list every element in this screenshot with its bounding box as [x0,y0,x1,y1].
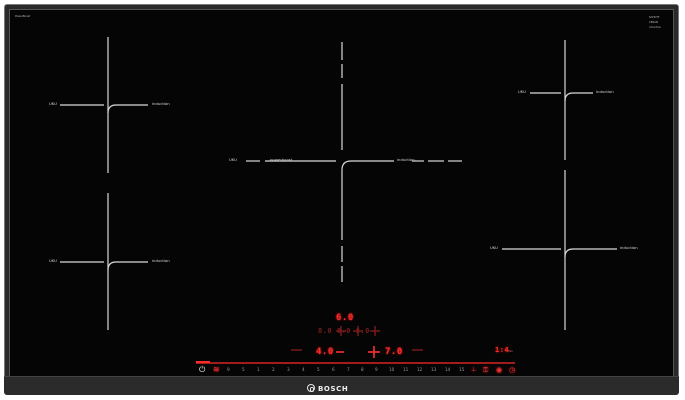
brand-schott: SCHOTT [649,16,660,19]
brand-induction: induction [649,26,662,29]
slider-number[interactable]: 15 [459,367,464,372]
display-top-value: 6.0 [336,313,354,323]
clock-icon[interactable]: ◷ [509,366,515,374]
slider-number[interactable]: 6 [332,367,335,372]
timer-icon[interactable]: ⚿ [483,366,488,374]
slider-number[interactable]: 12 [417,367,422,372]
zone-rear-left-right-label: induction [152,258,170,263]
zone-center-middle-label: powerboost [270,157,293,162]
slider-number[interactable]: 13 [431,367,436,372]
lock-icon[interactable]: ◉ [496,366,502,374]
slider-number[interactable]: 7 [347,367,350,372]
slider-number[interactable]: 2 [272,367,275,372]
zone-front-left-left-label: UKU [49,101,57,106]
power-icon[interactable]: ⏻ [199,366,205,374]
brand-ceran: CERAN [649,21,658,24]
top-left-label: PowerBoost [15,15,31,18]
slider-number[interactable]: 3 [287,367,290,372]
zone-center-left-label: UKU [229,157,237,162]
brand-name: BOSCH [318,385,349,393]
flex-icon[interactable]: ⊥ [471,366,476,374]
zone-rear-left-left-label: UKU [49,258,57,263]
slider-number[interactable]: 1 [257,367,260,372]
slider-number[interactable]: 9 [375,367,378,372]
zone-markings [60,37,617,364]
zone-center-right-label: induction [397,157,415,162]
zone-front-right-left-label: UKU [490,245,498,250]
zone-front-right-right-label: induction [620,245,638,250]
boost-icon[interactable]: ≋ [213,366,220,374]
display-right-value: 7.0 [385,347,403,357]
display-right-timer-unit: min [508,350,513,353]
bosch-logo-icon [307,384,315,392]
zone-rear-right-left-label: UKU [518,89,526,94]
slider-number[interactable]: 8 [361,367,364,372]
display-dim-row: 8.0 8.0 8.0 [318,327,370,335]
zone-front-left-right-label: induction [152,101,170,106]
zone-rear-right-right-label: induction [596,89,614,94]
slider-number[interactable]: 9 [227,367,230,372]
slider-number[interactable]: 10 [389,367,394,372]
slider-number[interactable]: 11 [403,367,408,372]
display-left-value: 4.0 [316,347,334,357]
slider-number[interactable]: 5 [317,367,320,372]
slider-number[interactable]: 4 [302,367,305,372]
slider-number[interactable]: 5 [242,367,245,372]
slider-number[interactable]: 14 [445,367,450,372]
